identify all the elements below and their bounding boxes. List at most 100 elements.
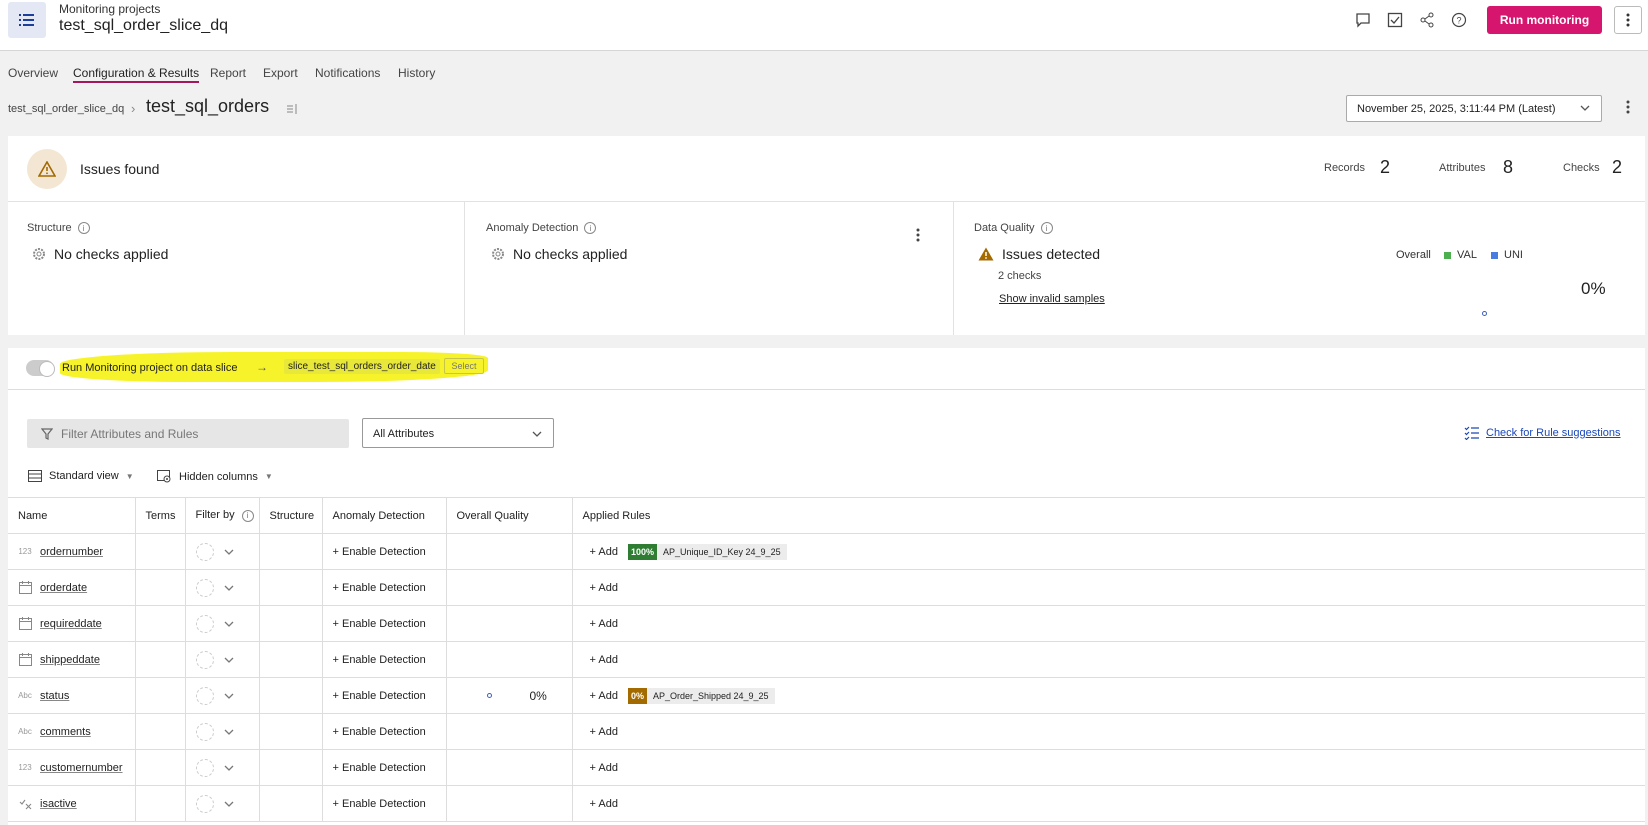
catalog-item-title: test_sql_orders: [146, 96, 270, 116]
show-invalid-samples-link[interactable]: Show invalid samples: [999, 293, 1105, 305]
enable-detection-button[interactable]: + Enable Detection: [333, 618, 426, 630]
column-header-structure[interactable]: Structure: [259, 497, 323, 534]
cell-overall-quality: [446, 713, 573, 750]
tab-configuration-results[interactable]: Configuration & Results: [73, 66, 200, 83]
legend-val[interactable]: VAL: [1444, 249, 1477, 261]
column-header-overall-quality[interactable]: Overall Quality: [446, 497, 573, 534]
cell-anomaly-detection: + Enable Detection: [322, 569, 447, 606]
tab-notifications[interactable]: Notifications: [315, 66, 380, 80]
cell-structure: [259, 605, 323, 642]
column-header-anomaly-detection[interactable]: Anomaly Detection: [322, 497, 447, 534]
attribute-name-link[interactable]: requireddate: [40, 618, 102, 630]
filter-placeholder-icon: [195, 794, 214, 813]
cell-terms: [135, 713, 186, 750]
breadcrumb-parent[interactable]: test_sql_order_slice_dq: [8, 103, 124, 115]
run-monitoring-button[interactable]: Run monitoring: [1487, 6, 1602, 34]
column-header-name[interactable]: Name: [8, 497, 136, 534]
attribute-name-link[interactable]: shippeddate: [40, 654, 100, 666]
add-rule-button[interactable]: + Add: [590, 654, 618, 666]
chevron-down-icon[interactable]: [224, 799, 234, 809]
enable-detection-button[interactable]: + Enable Detection: [333, 726, 426, 738]
column-header-terms[interactable]: Terms: [135, 497, 186, 534]
enable-detection-button[interactable]: + Enable Detection: [333, 762, 426, 774]
select-slice-button[interactable]: Select: [444, 358, 484, 374]
rule-badge[interactable]: 100% AP_Unique_ID_Key 24_9_25: [627, 543, 787, 560]
data-quality-status: Issues detected: [978, 246, 1100, 262]
add-rule-button[interactable]: + Add: [590, 798, 618, 810]
panel-toggle-icon[interactable]: [286, 103, 298, 118]
column-header-applied-rules[interactable]: Applied Rules: [572, 497, 1645, 534]
tab-export[interactable]: Export: [263, 66, 298, 80]
breadcrumb-monitoring-projects[interactable]: Monitoring projects: [59, 2, 160, 16]
cell-name: isactive: [8, 785, 136, 822]
data-quality-section-title: Data Quality i: [974, 222, 1053, 234]
filter-input[interactable]: Filter Attributes and Rules: [27, 419, 349, 448]
comment-icon[interactable]: [1354, 11, 1372, 29]
attribute-name-link[interactable]: ordernumber: [40, 546, 103, 558]
add-rule-button[interactable]: + Add: [590, 582, 618, 594]
attribute-name-link[interactable]: comments: [40, 726, 91, 738]
share-icon[interactable]: [1418, 11, 1436, 29]
list-menu-button[interactable]: [8, 2, 46, 38]
add-rule-button[interactable]: + Add: [590, 618, 618, 630]
chevron-down-icon[interactable]: [224, 655, 234, 665]
legend-uni[interactable]: UNI: [1491, 249, 1523, 261]
enable-detection-button[interactable]: + Enable Detection: [333, 546, 426, 558]
tab-overview[interactable]: Overview: [8, 66, 58, 80]
add-rule-button[interactable]: + Add: [590, 546, 618, 558]
page-title: test_sql_order_slice_dq: [59, 17, 228, 34]
boolean-icon: [19, 799, 31, 810]
rule-badge[interactable]: 0% AP_Order_Shipped 24_9_25: [627, 687, 775, 704]
add-rule-button[interactable]: + Add: [590, 762, 618, 774]
number-type-icon: 123: [18, 763, 32, 772]
cell-name: Abc comments: [8, 713, 136, 750]
chevron-down-icon[interactable]: [224, 583, 234, 593]
stat-checks-label: Checks: [1563, 162, 1600, 174]
chevron-down-icon[interactable]: [224, 763, 234, 773]
info-icon[interactable]: i: [77, 222, 90, 234]
cell-structure: [259, 749, 323, 786]
more-vertical-icon[interactable]: [1614, 6, 1642, 34]
rule-suggestions-link[interactable]: Check for Rule suggestions: [1464, 426, 1621, 440]
tab-report[interactable]: Report: [210, 66, 246, 80]
chevron-down-icon[interactable]: [224, 691, 234, 701]
attribute-name-link[interactable]: isactive: [40, 798, 77, 810]
anomaly-more-icon[interactable]: [916, 228, 920, 245]
page-more-icon[interactable]: [1626, 100, 1630, 117]
chevron-down-icon[interactable]: [224, 547, 234, 557]
arrow-right-icon: →: [256, 360, 268, 374]
info-icon[interactable]: i: [241, 509, 254, 522]
chevron-down-icon[interactable]: [224, 619, 234, 629]
enable-detection-button[interactable]: + Enable Detection: [333, 690, 426, 702]
enable-detection-button[interactable]: + Enable Detection: [333, 654, 426, 666]
add-rule-button[interactable]: + Add: [590, 726, 618, 738]
warning-icon: [978, 247, 994, 261]
attribute-name-link[interactable]: customernumber: [40, 762, 123, 774]
standard-view-dropdown[interactable]: Standard view ▼: [28, 470, 134, 482]
data-slice-toggle[interactable]: [26, 360, 55, 377]
table-row: Abc comments + Enable Detection + Add: [8, 713, 1645, 750]
hidden-columns-dropdown[interactable]: Hidden columns ▼: [157, 470, 273, 483]
attribute-name-link[interactable]: orderdate: [40, 582, 87, 594]
attribute-name-link[interactable]: status: [40, 690, 69, 702]
cell-terms: [135, 641, 186, 678]
info-icon[interactable]: i: [584, 222, 597, 234]
info-icon[interactable]: i: [1040, 222, 1053, 234]
table-view-icon: [28, 470, 42, 482]
attributes-select[interactable]: All Attributes: [362, 418, 554, 448]
cell-filter-by: [185, 677, 260, 714]
chevron-down-icon[interactable]: [224, 727, 234, 737]
attribute-type-icon: 123: [18, 547, 32, 556]
task-check-icon[interactable]: [1386, 11, 1404, 29]
run-selector[interactable]: November 25, 2025, 3:11:44 PM (Latest): [1346, 95, 1602, 122]
enable-detection-button[interactable]: + Enable Detection: [333, 582, 426, 594]
help-icon[interactable]: ?: [1450, 11, 1468, 29]
cell-overall-quality: [446, 749, 573, 786]
tab-history[interactable]: History: [398, 66, 435, 80]
filter-placeholder-icon: [195, 614, 214, 633]
enable-detection-button[interactable]: + Enable Detection: [333, 798, 426, 810]
add-rule-button[interactable]: + Add: [590, 690, 618, 702]
column-header-filter-by[interactable]: Filter by i: [185, 497, 260, 534]
stat-attributes-value: 8: [1503, 157, 1514, 177]
cell-anomaly-detection: + Enable Detection: [322, 677, 447, 714]
